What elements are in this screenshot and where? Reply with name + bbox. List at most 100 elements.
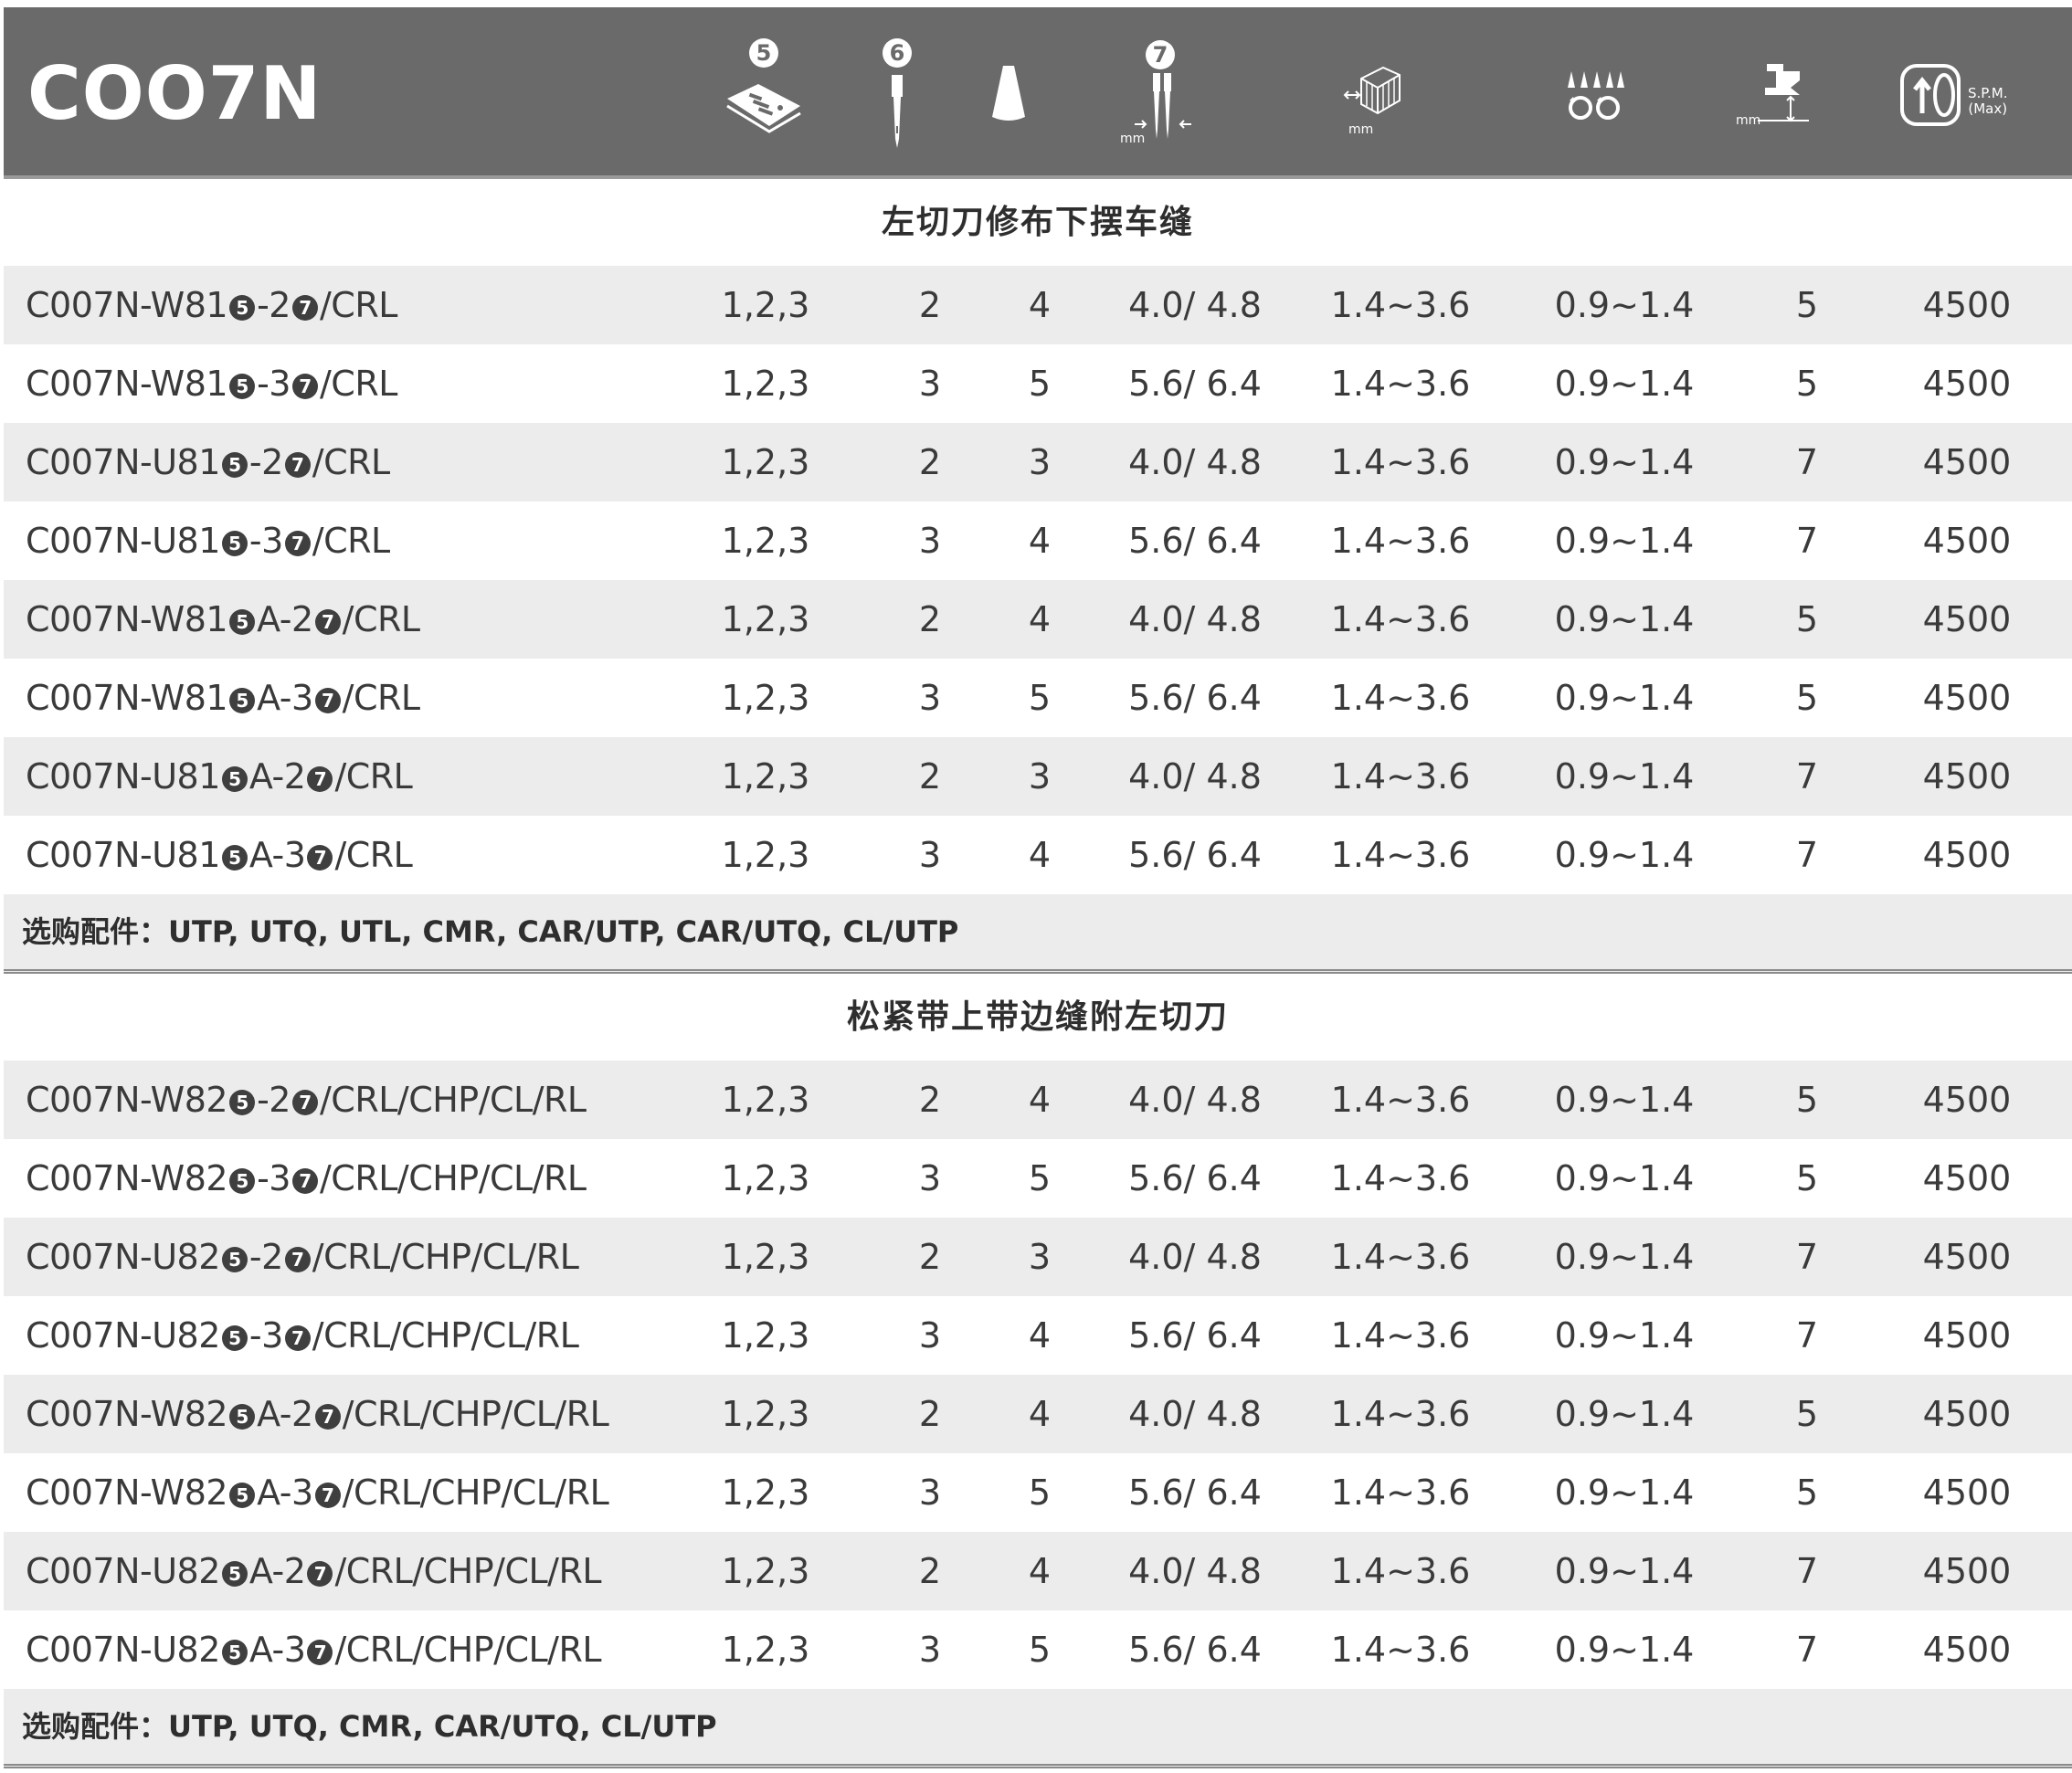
spec-cell-c4: 4.0/ 4.8 bbox=[1085, 737, 1305, 816]
spec-cell-c1: 1,2,3 bbox=[665, 580, 866, 659]
model-code-middle: -2 bbox=[257, 1080, 291, 1120]
badge-7-marker: 7 bbox=[284, 1247, 311, 1272]
model-code-suffix: /CRL/CHP/CL/RL bbox=[334, 1630, 602, 1670]
model-code-cell: C007N-U82 5 A-3 7/CRL/CHP/CL/RL bbox=[4, 1610, 665, 1689]
badge-5-marker: 5 bbox=[221, 766, 248, 792]
badge-7-marker: 7 bbox=[291, 1090, 318, 1115]
spec-cell-c7: 5 bbox=[1752, 659, 1862, 737]
badge-5-marker: 5 bbox=[229, 1404, 256, 1430]
spec-cell-c3: 4 bbox=[994, 1296, 1085, 1375]
spec-cell-c2: 3 bbox=[866, 1139, 994, 1218]
spec-cell-c5: 1.4~3.6 bbox=[1305, 1532, 1496, 1610]
table-row: C007N-U82 5 A-2 7/CRL/CHP/CL/RL 1,2,3 2 4 4.0/ … bbox=[4, 1532, 2072, 1610]
table-row: C007N-U82 5 -3 7/CRL/CHP/CL/RL 1,2,3 3 4 5.6/ 6… bbox=[4, 1296, 2072, 1375]
table-row: C007N-W82 5 A-3 7/CRL/CHP/CL/RL 1,2,3 3 5 5.6/ … bbox=[4, 1453, 2072, 1532]
spec-cell-c8: 4500 bbox=[1862, 659, 2072, 737]
spec-cell-c3: 4 bbox=[994, 1375, 1085, 1453]
model-code-middle: A-3 bbox=[257, 678, 313, 718]
spec-cell-c5: 1.4~3.6 bbox=[1305, 1610, 1496, 1689]
section-title-2: 松紧带上带边缝附左切刀 bbox=[4, 974, 2072, 1061]
badge-5-marker: 5 bbox=[229, 374, 256, 399]
model-code-suffix: /CRL bbox=[312, 521, 390, 561]
model-code-cell: C007N-W82 5 A-3 7/CRL/CHP/CL/RL bbox=[4, 1453, 665, 1532]
spec-cell-c8: 4500 bbox=[1862, 816, 2072, 894]
badge-7-marker: 7 bbox=[307, 766, 333, 792]
table-header: COO7N 5 6 7 mm mm mm S.P.M. (Max) bbox=[4, 7, 2072, 179]
spec-cell-c3: 4 bbox=[994, 266, 1085, 344]
badge-5-marker: 5 bbox=[221, 1247, 248, 1272]
spec-cell-c7: 7 bbox=[1752, 1532, 1862, 1610]
model-code-suffix: /CRL/CHP/CL/RL bbox=[334, 1551, 602, 1591]
spec-cell-c3: 4 bbox=[994, 501, 1085, 580]
spec-cell-c4: 5.6/ 6.4 bbox=[1085, 1453, 1305, 1532]
model-code-suffix: /CRL bbox=[334, 835, 413, 875]
spec-cell-c4: 4.0/ 4.8 bbox=[1085, 580, 1305, 659]
badge-5-marker: 5 bbox=[229, 1168, 256, 1194]
spec-cell-c5: 1.4~3.6 bbox=[1305, 1218, 1496, 1296]
spec-cell-c6: 0.9~1.4 bbox=[1496, 580, 1752, 659]
spec-cell-c8: 4500 bbox=[1862, 266, 2072, 344]
spec-cell-c6: 0.9~1.4 bbox=[1496, 1139, 1752, 1218]
model-code-cell: C007N-U81 5 A-2 7/CRL bbox=[4, 737, 665, 816]
model-code-prefix: C007N-U82 bbox=[26, 1237, 220, 1277]
spec-cell-c5: 1.4~3.6 bbox=[1305, 816, 1496, 894]
model-code-middle: -3 bbox=[257, 364, 291, 404]
model-code-middle: -3 bbox=[248, 1315, 283, 1356]
spec-cell-c1: 1,2,3 bbox=[665, 423, 866, 501]
spec-cell-c1: 1,2,3 bbox=[665, 737, 866, 816]
spec-cell-c7: 5 bbox=[1752, 1453, 1862, 1532]
spec-cell-c7: 7 bbox=[1752, 1610, 1862, 1689]
spec-cell-c3: 3 bbox=[994, 423, 1085, 501]
presser-foot-lift-icon bbox=[1758, 60, 1809, 184]
model-code-suffix: /CRL bbox=[319, 364, 397, 404]
table-row: C007N-W81 5 -2 7/CRL 1,2,3 2 4 4.0/ 4.8 1.4~3.6 0… bbox=[4, 266, 2072, 344]
model-code-middle: A-2 bbox=[248, 1551, 306, 1591]
model-code-suffix: /CRL/CHP/CL/RL bbox=[312, 1315, 579, 1356]
model-code-cell: C007N-U81 5 A-3 7/CRL bbox=[4, 816, 665, 894]
spec-cell-c8: 4500 bbox=[1862, 737, 2072, 816]
spec-cell-c3: 3 bbox=[994, 1218, 1085, 1296]
spec-cell-c4: 4.0/ 4.8 bbox=[1085, 1061, 1305, 1139]
badge-7-marker: 7 bbox=[284, 531, 311, 556]
spec-cell-c4: 5.6/ 6.4 bbox=[1085, 1139, 1305, 1218]
spec-cell-c4: 4.0/ 4.8 bbox=[1085, 1218, 1305, 1296]
model-code-prefix: C007N-U82 bbox=[26, 1630, 220, 1670]
table-row: C007N-W82 5 -3 7/CRL/CHP/CL/RL 1,2,3 3 5 5.6/ 6… bbox=[4, 1139, 2072, 1218]
model-code-suffix: /CRL bbox=[319, 285, 397, 325]
badge-7-marker: 7 bbox=[291, 374, 318, 399]
spec-cell-c3: 5 bbox=[994, 659, 1085, 737]
spec-cell-c4: 5.6/ 6.4 bbox=[1085, 816, 1305, 894]
spec-cell-c2: 3 bbox=[866, 501, 994, 580]
model-code-cell: C007N-W82 5 A-2 7/CRL/CHP/CL/RL bbox=[4, 1375, 665, 1453]
gauge-unit-label: mm bbox=[1120, 132, 1146, 146]
badge-7-marker: 7 bbox=[314, 1483, 341, 1508]
spec-cell-c1: 1,2,3 bbox=[665, 1610, 866, 1689]
model-code-middle: -2 bbox=[248, 442, 283, 482]
spec-cell-c8: 4500 bbox=[1862, 1453, 2072, 1532]
spec-cell-c7: 5 bbox=[1752, 1139, 1862, 1218]
model-code-cell: C007N-W81 5 -2 7/CRL bbox=[4, 266, 665, 344]
spec-cell-c2: 2 bbox=[866, 1532, 994, 1610]
spm-label: S.P.M. (Max) bbox=[1968, 86, 2007, 117]
spec-cell-c7: 7 bbox=[1752, 737, 1862, 816]
badge-7-marker: 7 bbox=[307, 1640, 333, 1665]
spec-cell-c8: 4500 bbox=[1862, 423, 2072, 501]
spec-cell-c1: 1,2,3 bbox=[665, 344, 866, 423]
model-code-middle: -3 bbox=[248, 521, 283, 561]
spec-cell-c2: 3 bbox=[866, 344, 994, 423]
model-code-middle: A-3 bbox=[257, 1472, 313, 1513]
spec-cell-c5: 1.4~3.6 bbox=[1305, 423, 1496, 501]
model-code-suffix: /CRL bbox=[342, 678, 420, 718]
spec-cell-c6: 0.9~1.4 bbox=[1496, 423, 1752, 501]
spec-cell-c8: 4500 bbox=[1862, 1375, 2072, 1453]
spec-cell-c5: 1.4~3.6 bbox=[1305, 737, 1496, 816]
speed-icon bbox=[1898, 62, 1968, 185]
needle-plate-icon bbox=[722, 79, 806, 202]
spec-cell-c7: 7 bbox=[1752, 423, 1862, 501]
spec-cell-c1: 1,2,3 bbox=[665, 816, 866, 894]
badge-5: 5 bbox=[749, 38, 778, 68]
spec-cell-c7: 5 bbox=[1752, 1375, 1862, 1453]
spec-cell-c5: 1.4~3.6 bbox=[1305, 1139, 1496, 1218]
model-code-suffix: /CRL/CHP/CL/RL bbox=[319, 1158, 587, 1198]
spec-cell-c2: 3 bbox=[866, 659, 994, 737]
